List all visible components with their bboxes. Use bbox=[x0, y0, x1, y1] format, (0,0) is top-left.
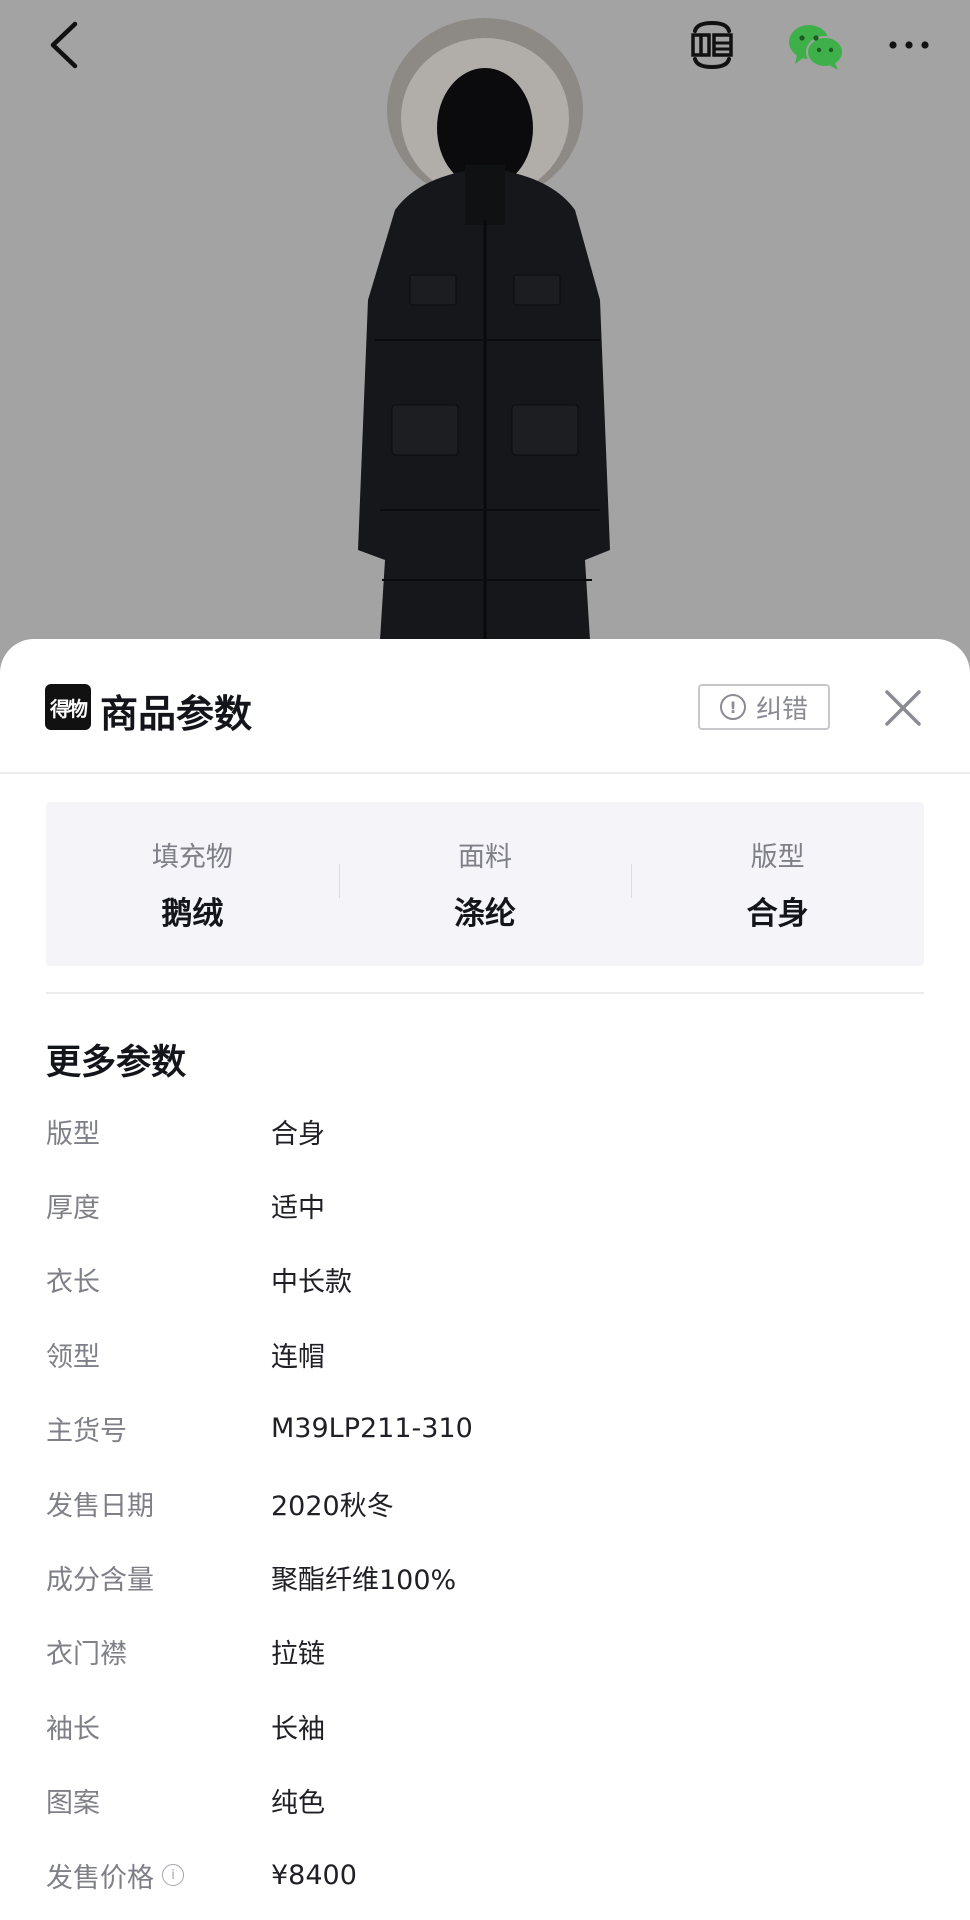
param-row-price: 发售价格 i ¥8400 bbox=[46, 1838, 924, 1912]
product-image bbox=[358, 18, 610, 640]
param-row: 袖长 长袖 bbox=[46, 1689, 924, 1763]
more-params-title: 更多参数 bbox=[46, 1043, 187, 1083]
key-param-value: 合身 bbox=[746, 896, 809, 932]
close-icon bbox=[885, 690, 921, 726]
key-param-fit: 版型 合身 bbox=[631, 802, 924, 966]
close-button[interactable] bbox=[878, 683, 928, 733]
brand-logo: 得物 bbox=[45, 684, 91, 730]
sell-icon bbox=[691, 20, 733, 70]
param-value: 聚酯纤维100% bbox=[271, 1565, 457, 1597]
param-value: 拉链 bbox=[271, 1639, 325, 1671]
param-row: 衣门襟 拉链 bbox=[46, 1615, 924, 1689]
key-param-label: 版型 bbox=[750, 842, 805, 873]
key-params-card: 填充物 鹅绒 面料 涤纶 版型 合身 bbox=[46, 802, 924, 966]
param-label: 版型 bbox=[46, 1118, 100, 1150]
sell-button[interactable] bbox=[680, 10, 744, 80]
param-label: 袖长 bbox=[46, 1713, 100, 1745]
back-button[interactable] bbox=[30, 10, 100, 80]
param-value: 2020秋冬 bbox=[271, 1490, 394, 1522]
exclamation-icon: ! bbox=[719, 694, 746, 720]
report-error-button[interactable]: ! 纠错 bbox=[698, 684, 830, 730]
key-param-fabric: 面料 涤纶 bbox=[338, 802, 632, 966]
report-error-label: 纠错 bbox=[755, 694, 808, 725]
param-label: 主货号 bbox=[46, 1416, 127, 1448]
key-param-filling: 填充物 鹅绒 bbox=[46, 802, 339, 966]
key-param-value: 涤纶 bbox=[454, 896, 516, 932]
info-icon[interactable]: i bbox=[162, 1864, 184, 1887]
sheet-title: 商品参数 bbox=[100, 692, 253, 736]
param-row: 厚度 适中 bbox=[46, 1168, 924, 1242]
param-label: 衣门襟 bbox=[46, 1639, 127, 1671]
param-label: 成分含量 bbox=[46, 1565, 154, 1597]
sheet-header: 得物 商品参数 ! 纠错 bbox=[0, 639, 970, 774]
more-button[interactable] bbox=[874, 10, 944, 80]
param-row: 领型 连帽 bbox=[46, 1317, 924, 1391]
param-label: 图案 bbox=[46, 1788, 100, 1820]
key-param-value: 鹅绒 bbox=[161, 896, 224, 932]
more-dots-icon bbox=[889, 41, 929, 49]
param-row: 成分含量 聚酯纤维100% bbox=[46, 1540, 924, 1614]
param-value: 合身 bbox=[271, 1118, 325, 1150]
more-params-list: 版型 合身 厚度 适中 衣长 中长款 领型 连帽 主货号 M39LP211-31… bbox=[46, 1094, 924, 1912]
key-param-label: 面料 bbox=[458, 842, 512, 873]
param-value: 纯色 bbox=[271, 1788, 325, 1820]
section-divider bbox=[46, 992, 924, 994]
param-row: 图案 纯色 bbox=[46, 1764, 924, 1838]
param-label-price: 发售价格 i bbox=[46, 1856, 271, 1895]
param-value: ¥8400 bbox=[271, 1859, 357, 1891]
param-value: 中长款 bbox=[271, 1267, 352, 1299]
param-row: 衣长 中长款 bbox=[46, 1243, 924, 1317]
param-row: 发售日期 2020秋冬 bbox=[46, 1466, 924, 1540]
chevron-left-icon bbox=[50, 21, 78, 69]
param-label: 衣长 bbox=[46, 1267, 100, 1299]
param-label-text: 发售价格 bbox=[46, 1862, 154, 1894]
key-param-label: 填充物 bbox=[151, 842, 233, 873]
param-row: 主货号 M39LP211-310 bbox=[46, 1392, 924, 1466]
param-label: 发售日期 bbox=[46, 1490, 154, 1522]
wechat-icon bbox=[789, 25, 844, 70]
param-row: 版型 合身 bbox=[46, 1094, 924, 1168]
wechat-share-button[interactable] bbox=[780, 12, 852, 82]
param-value: 适中 bbox=[271, 1193, 325, 1225]
param-label: 厚度 bbox=[46, 1193, 100, 1225]
param-value: 长袖 bbox=[271, 1713, 325, 1745]
product-image-area bbox=[0, 0, 970, 700]
param-label: 领型 bbox=[46, 1341, 100, 1373]
param-value: M39LP211-310 bbox=[271, 1413, 473, 1445]
param-value: 连帽 bbox=[271, 1341, 325, 1373]
product-params-sheet: 得物 商品参数 ! 纠错 填充物 鹅绒 面料 涤纶 版型 合身 更多参数 版型 … bbox=[0, 639, 970, 1920]
